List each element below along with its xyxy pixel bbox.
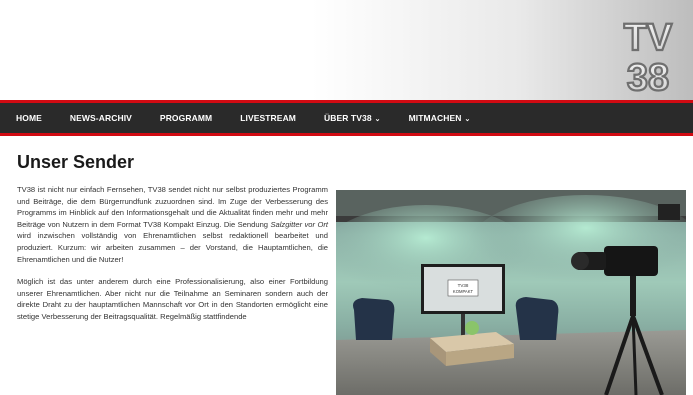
- nav-ueber-tv38[interactable]: ÜBER TV38 ⌄: [308, 113, 381, 123]
- main-navigation: HOME NEWS-ARCHIV PROGRAMM LIVESTREAM ÜBE…: [0, 100, 693, 136]
- studio-photo: TV38 KOMPAKT: [336, 190, 686, 395]
- site-header: TV 38: [0, 0, 693, 100]
- logo-text-top: TV: [624, 17, 673, 59]
- paragraph-2: Möglich ist das unter anderem durch eine…: [17, 277, 328, 321]
- chevron-down-icon: ⌄: [464, 116, 471, 123]
- nav-programm[interactable]: PROGRAMM: [144, 113, 212, 123]
- nav-home-label: HOME: [16, 113, 42, 123]
- paragraph-1-text-b: wird inzwischen vollständig von Ehrenamt…: [17, 231, 328, 264]
- nav-news-archiv[interactable]: NEWS-ARCHIV: [54, 113, 132, 123]
- page-title: Unser Sender: [17, 152, 135, 172]
- show-title-emphasis: Salzgitter vor Ort: [270, 219, 328, 229]
- nav-mitmachen[interactable]: MITMACHEN ⌄: [393, 113, 471, 123]
- nav-livestream[interactable]: LIVESTREAM: [224, 113, 296, 123]
- screen-text-line2: KOMPAKT: [453, 289, 474, 294]
- nav-home[interactable]: HOME: [0, 113, 42, 123]
- nav-news-archiv-label: NEWS-ARCHIV: [69, 113, 132, 123]
- nav-livestream-label: LIVESTREAM: [240, 113, 296, 123]
- paragraph-1: TV38 ist nicht nur einfach Fernsehen, TV…: [17, 184, 328, 265]
- logo-text-bottom: 38: [627, 57, 669, 94]
- article-body: TV38 ist nicht nur einfach Fernsehen, TV…: [17, 184, 328, 334]
- chevron-down-icon: ⌄: [374, 116, 381, 123]
- tv38-logo[interactable]: TV 38: [607, 12, 689, 94]
- nav-mitmachen-label: MITMACHEN: [408, 113, 462, 123]
- nav-programm-label: PROGRAMM: [159, 113, 213, 123]
- screen-text-line1: TV38: [458, 283, 469, 288]
- nav-ueber-tv38-label: ÜBER TV38: [323, 113, 372, 123]
